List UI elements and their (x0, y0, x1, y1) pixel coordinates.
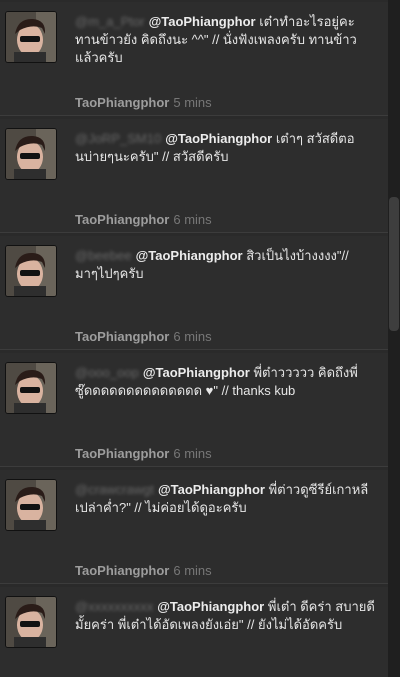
timestamp[interactable]: 6 mins (173, 212, 211, 227)
blurred-handle: @JoRP_SM10 (75, 131, 162, 146)
tweet-body: @xxxxxxxxxx @TaoPhiangphor พี่เต๋า ดีคร่า… (75, 598, 375, 634)
timestamp[interactable]: 6 mins (173, 446, 211, 461)
blurred-handle: @beebee (75, 248, 132, 263)
tweet-body: @m_a_Ptor @TaoPhiangphor เต๋าทำอะไรอยู่คะ… (75, 13, 375, 67)
mention-link[interactable]: @TaoPhiangphor (136, 248, 243, 263)
tweet-item[interactable]: @JoRP_SM10 @TaoPhiangphor เต๋าๆ สวัสดีตอน… (0, 119, 388, 233)
tweet-item[interactable]: @m_a_Ptor @TaoPhiangphor เต๋าทำอะไรอยู่คะ… (0, 2, 388, 116)
blurred-handle: @ooo_oop (75, 365, 139, 380)
tweet-item[interactable]: @xxxxxxxxxx @TaoPhiangphor พี่เต๋า ดีคร่า… (0, 587, 388, 677)
tweet-body: @beebee @TaoPhiangphor สิวเป็นไงบ้างงงง"/… (75, 247, 375, 283)
timestamp[interactable]: 6 mins (173, 563, 211, 578)
timestamp[interactable]: 5 mins (173, 95, 211, 110)
tweet-item[interactable]: @crawcrawgt @TaoPhiangphor พี่ต่าวดูซีรีย… (0, 470, 388, 584)
avatar[interactable] (6, 480, 56, 530)
author-link[interactable]: TaoPhiangphor (75, 95, 169, 110)
avatar[interactable] (6, 597, 56, 647)
mention-link[interactable]: @TaoPhiangphor (165, 131, 272, 146)
mention-link[interactable]: @TaoPhiangphor (157, 599, 264, 614)
avatar[interactable] (6, 246, 56, 296)
scrollbar[interactable] (388, 0, 400, 677)
tweet-body: @ooo_oop @TaoPhiangphor พี่ต๋าววววว คิดถึ… (75, 364, 375, 400)
tweet-meta: TaoPhiangphor 6 mins (75, 329, 212, 345)
mention-link[interactable]: @TaoPhiangphor (149, 14, 256, 29)
author-link[interactable]: TaoPhiangphor (75, 329, 169, 344)
tweet-item[interactable]: @beebee @TaoPhiangphor สิวเป็นไงบ้างงงง"/… (0, 236, 388, 350)
avatar[interactable] (6, 12, 56, 62)
author-link[interactable]: TaoPhiangphor (75, 446, 169, 461)
tweet-timeline: @m_a_Ptor @TaoPhiangphor เต๋าทำอะไรอยู่คะ… (0, 0, 400, 677)
author-link[interactable]: TaoPhiangphor (75, 563, 169, 578)
avatar[interactable] (6, 363, 56, 413)
mention-link[interactable]: @TaoPhiangphor (143, 365, 250, 380)
tweet-meta: TaoPhiangphor 6 mins (75, 563, 212, 579)
blurred-handle: @m_a_Ptor (75, 14, 145, 29)
avatar[interactable] (6, 129, 56, 179)
blurred-handle: @crawcrawgt (75, 482, 154, 497)
tweet-meta: TaoPhiangphor 5 mins (75, 95, 212, 111)
mention-link[interactable]: @TaoPhiangphor (158, 482, 265, 497)
tweet-body: @crawcrawgt @TaoPhiangphor พี่ต่าวดูซีรีย… (75, 481, 375, 517)
tweet-meta: TaoPhiangphor 6 mins (75, 446, 212, 462)
scrollbar-thumb[interactable] (389, 197, 399, 331)
blurred-handle: @xxxxxxxxxx (75, 599, 154, 614)
tweet-item[interactable]: @ooo_oop @TaoPhiangphor พี่ต๋าววววว คิดถึ… (0, 353, 388, 467)
author-link[interactable]: TaoPhiangphor (75, 212, 169, 227)
tweet-meta: TaoPhiangphor 6 mins (75, 212, 212, 228)
tweet-body: @JoRP_SM10 @TaoPhiangphor เต๋าๆ สวัสดีตอน… (75, 130, 375, 166)
timestamp[interactable]: 6 mins (173, 329, 211, 344)
